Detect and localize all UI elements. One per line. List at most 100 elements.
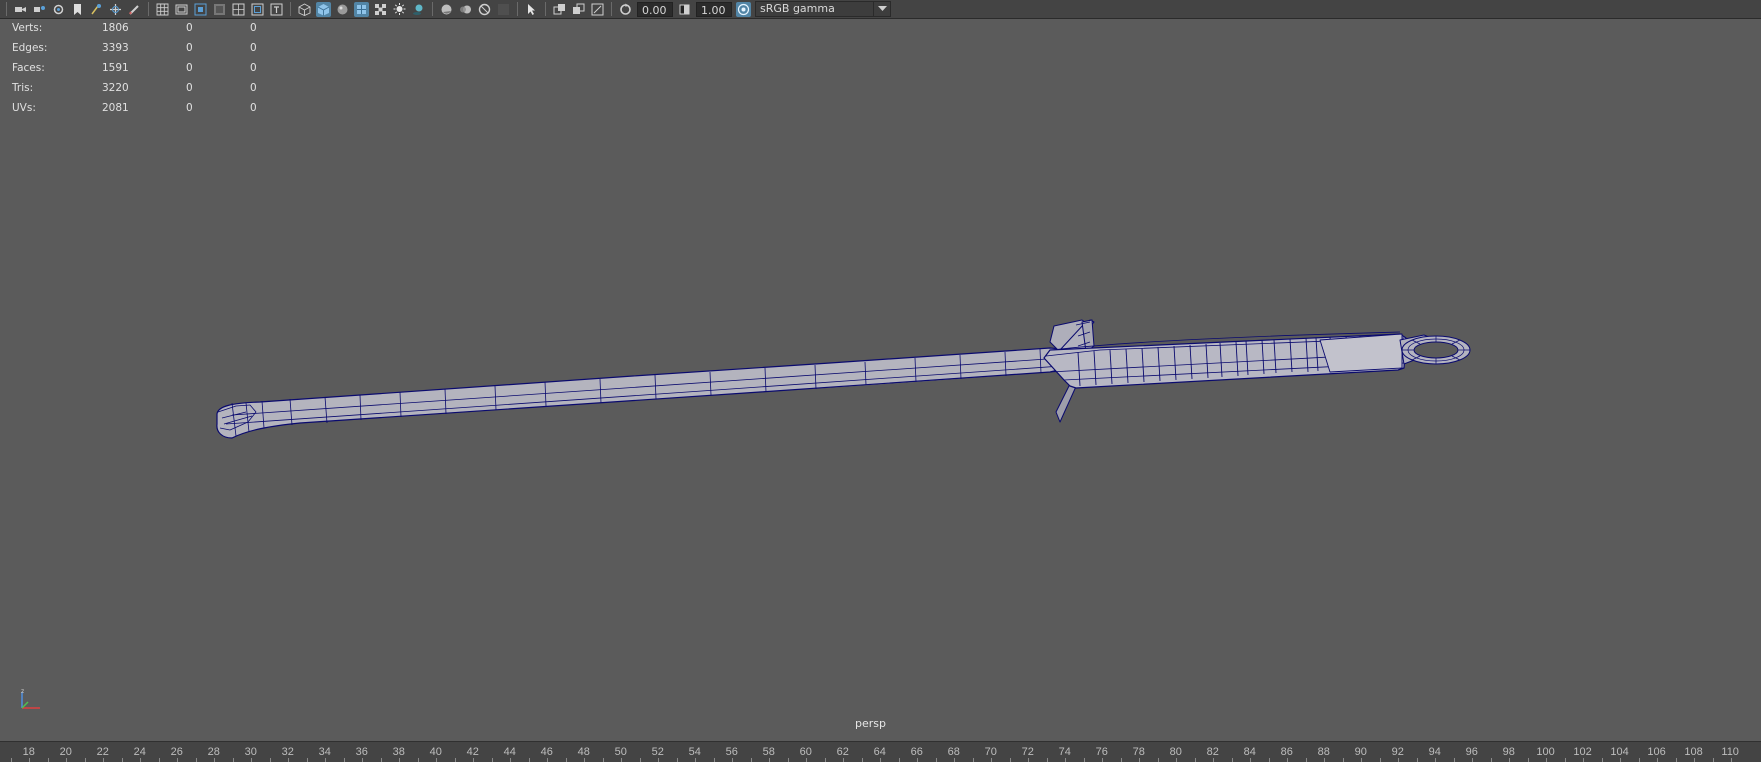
timeline-tick-mark <box>418 758 419 762</box>
timeline-tick-mark <box>1509 758 1510 762</box>
screen-space-ao-icon[interactable] <box>439 2 454 17</box>
timeline-tick-mark <box>103 758 104 762</box>
lights-icon[interactable] <box>392 2 407 17</box>
timeline-tick-label: 52 <box>651 746 664 758</box>
timeline-tick-mark <box>1324 758 1325 762</box>
exposure-reset-icon[interactable] <box>618 2 633 17</box>
timeline-tick-label: 104 <box>1610 746 1629 758</box>
smooth-shade-icon[interactable] <box>316 1 331 17</box>
film-gate-toggle-icon[interactable] <box>174 2 189 17</box>
chevron-down-icon[interactable] <box>873 2 890 16</box>
timeline-tick-label: 102 <box>1573 746 1592 758</box>
timeline-tick-mark <box>880 758 881 762</box>
timeline-tick-label: 80 <box>1169 746 1182 758</box>
film-gate-icon[interactable] <box>89 2 104 17</box>
timeline-tick-label: 88 <box>1317 746 1330 758</box>
grid-icon[interactable] <box>155 2 170 17</box>
timeline-tick-mark <box>1213 758 1214 762</box>
viewport-canvas[interactable] <box>0 20 1761 740</box>
blade[interactable] <box>216 347 1081 439</box>
timeline-tick-mark <box>270 758 271 762</box>
timeline-tick-mark <box>233 758 234 762</box>
timeline-tick-mark <box>1380 758 1381 762</box>
grease-pencil-icon[interactable] <box>127 2 142 17</box>
sword-mesh[interactable] <box>216 319 1471 439</box>
safe-action-icon[interactable] <box>250 2 265 17</box>
bookmark-icon[interactable] <box>51 2 66 17</box>
timeline-tick-mark <box>1565 758 1566 762</box>
timeline-tick-mark <box>1491 758 1492 762</box>
timeline-tick-mark <box>1361 758 1362 762</box>
timeline-tick-mark <box>899 758 900 762</box>
textured-icon[interactable] <box>373 2 388 17</box>
timeline-tick-mark <box>288 758 289 762</box>
timeline-tick-mark <box>1121 758 1122 762</box>
timeline-tick-mark <box>1528 758 1529 762</box>
color-space-dropdown[interactable]: sRGB gamma <box>755 1 891 17</box>
timeline-tick-mark <box>769 758 770 762</box>
timeline-tick-label: 40 <box>429 746 442 758</box>
timeline-tick-label: 70 <box>984 746 997 758</box>
gamma-field[interactable]: 1.00 <box>696 1 732 17</box>
gamma-icon[interactable] <box>677 2 692 17</box>
timeline-tick-mark <box>177 758 178 762</box>
timeline-tick-label: 110 <box>1721 746 1739 758</box>
pommel[interactable] <box>1399 334 1471 365</box>
timeline-tick-mark <box>954 758 955 762</box>
color-management-icon[interactable] <box>736 1 751 17</box>
timeline-tick-label: 94 <box>1428 746 1441 758</box>
timeline-tick-mark <box>1676 758 1677 762</box>
timeline-tick-label: 72 <box>1021 746 1034 758</box>
depth-of-field-icon[interactable] <box>496 2 511 17</box>
camera-icon[interactable] <box>13 2 28 17</box>
timeline-tick-mark <box>843 758 844 762</box>
timeline-tick-mark <box>1269 758 1270 762</box>
resolution-gate-icon[interactable] <box>193 2 208 17</box>
timeline-tick-mark <box>1287 758 1288 762</box>
use-default-material-icon[interactable] <box>335 2 350 17</box>
camera-attributes-icon[interactable] <box>32 2 47 17</box>
timeline-tick-label: 66 <box>910 746 923 758</box>
wireframe-on-shaded-icon[interactable] <box>354 1 369 17</box>
safe-title-icon[interactable] <box>269 2 284 17</box>
timeline-tick-mark <box>344 758 345 762</box>
timeline-tick-label: 108 <box>1684 746 1703 758</box>
timeline-tick-mark <box>1195 758 1196 762</box>
shadows-icon[interactable] <box>411 2 426 17</box>
timeline-tick-mark <box>159 758 160 762</box>
timeline-tick-mark <box>1472 758 1473 762</box>
timeline-tick-mark <box>381 758 382 762</box>
isolate-select-icon[interactable] <box>524 2 539 17</box>
timeline-tick-mark <box>1454 758 1455 762</box>
time-slider[interactable]: 18 20 22 24 26 28 30 32 34 36 38 40 42 44 46 48 50 52 54 56… <box>0 741 1761 762</box>
timeline-tick-mark <box>1028 758 1029 762</box>
timeline-tick-mark <box>1398 758 1399 762</box>
gate-mask-icon[interactable] <box>212 2 227 17</box>
timeline-tick-label: 76 <box>1095 746 1108 758</box>
timeline-tick-mark <box>48 758 49 762</box>
field-chart-icon[interactable] <box>231 2 246 17</box>
timeline-tick-label: 28 <box>207 746 220 758</box>
toolbar-separator <box>517 2 518 16</box>
timeline-tick-mark <box>1343 758 1344 762</box>
xray-joints-icon[interactable] <box>590 2 605 17</box>
grip[interactable] <box>1043 331 1407 389</box>
motion-blur-icon[interactable] <box>458 2 473 17</box>
timeline-tick-label: 54 <box>688 746 701 758</box>
timeline-tick-mark <box>11 758 12 762</box>
timeline-tick-mark <box>436 758 437 762</box>
exposure-field[interactable]: 0.00 <box>637 1 673 17</box>
pan-zoom-icon[interactable] <box>108 2 123 17</box>
wireframe-icon[interactable] <box>297 2 312 17</box>
timeline-tick-mark <box>695 758 696 762</box>
timeline-tick-mark <box>85 758 86 762</box>
timeline-tick-label: 86 <box>1280 746 1293 758</box>
xray-active-icon[interactable] <box>571 2 586 17</box>
xray-icon[interactable] <box>552 2 567 17</box>
timeline-tick-mark <box>677 758 678 762</box>
timeline-tick-label: 36 <box>355 746 368 758</box>
anti-aliasing-icon[interactable] <box>477 2 492 17</box>
timeline-tick-label: 42 <box>466 746 479 758</box>
timeline-tick-label: 24 <box>133 746 146 758</box>
image-plane-icon[interactable] <box>70 2 85 17</box>
